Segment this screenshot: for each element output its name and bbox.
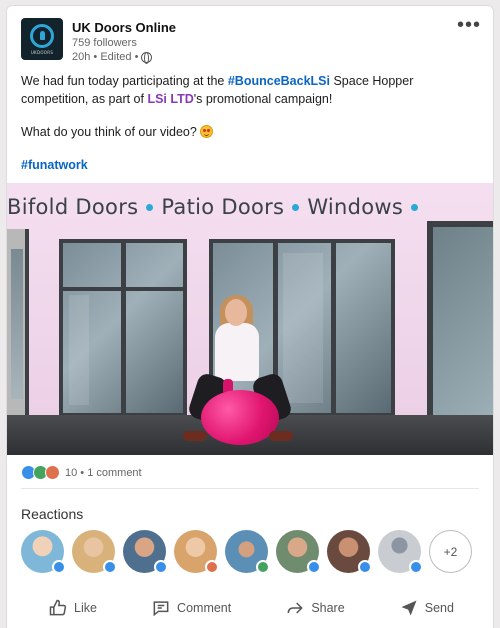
reactor-avatars: +2	[21, 530, 472, 574]
wall-signage: Bifold Doors Patio Doors Windows	[7, 195, 426, 219]
right-edge-door	[427, 221, 493, 421]
text-segment: We had fun today participating at the	[21, 74, 228, 88]
keyhole-icon	[30, 23, 54, 48]
person-shoe	[183, 431, 207, 441]
comment-label: Comment	[177, 601, 232, 615]
like-badge-icon	[154, 560, 168, 574]
reactor-avatar[interactable]	[123, 530, 168, 574]
post-actions: Like Comment Share Send	[7, 592, 493, 624]
post-meta: UK Doors Online 759 followers 20h • Edit…	[72, 18, 176, 64]
celebrate-badge-icon	[256, 560, 270, 574]
post-paragraph-2: What do you think of our video?	[21, 123, 481, 141]
person-shoe	[269, 431, 293, 441]
reactor-avatar[interactable]	[276, 530, 321, 574]
post-video[interactable]: Bifold Doors Patio Doors Windows	[7, 183, 493, 455]
share-label: Share	[311, 601, 345, 615]
post-paragraph-3: #funatwork	[21, 156, 481, 174]
sign-dot	[146, 204, 154, 211]
thumbs-up-icon	[49, 599, 67, 616]
share-arrow-icon	[287, 602, 304, 614]
logo-text: UKDOORS	[30, 49, 54, 55]
sign-word: Patio Doors	[161, 195, 285, 219]
send-button[interactable]: Send	[391, 592, 462, 624]
reaction-comment-count[interactable]: 10 • 1 comment	[65, 467, 142, 479]
text-segment: What do you think of our video?	[21, 125, 201, 139]
person-head	[225, 299, 247, 326]
more-reactors-button[interactable]: +2	[429, 530, 472, 573]
sign-dot	[292, 204, 300, 211]
reactor-avatar[interactable]	[174, 530, 219, 574]
sign-dot	[411, 204, 419, 211]
follower-count: 759 followers	[72, 37, 137, 49]
mention-link[interactable]: LSi LTD	[147, 92, 193, 106]
like-button[interactable]: Like	[40, 592, 105, 624]
post-card: UKDOORS UK Doors Online 759 followers 20…	[6, 5, 494, 628]
like-badge-icon	[52, 560, 66, 574]
reactions-title: Reactions	[21, 506, 84, 522]
company-logo[interactable]: UKDOORS	[21, 18, 63, 60]
reactor-avatar-placeholder[interactable]	[378, 530, 423, 574]
reactor-avatar[interactable]	[21, 530, 66, 574]
social-counts[interactable]: 10 • 1 comment	[21, 465, 142, 480]
send-label: Send	[424, 601, 454, 615]
comment-icon	[153, 601, 169, 617]
post-time-label: 20h • Edited •	[72, 51, 139, 63]
space-hopper-ball	[201, 390, 279, 445]
globe-icon	[141, 51, 153, 64]
hashtag-link[interactable]: #funatwork	[21, 158, 88, 172]
post-paragraph-1: We had fun today participating at the #B…	[21, 72, 481, 108]
reactor-avatar[interactable]	[327, 530, 372, 574]
divider	[21, 488, 479, 489]
sign-word: Windows	[307, 195, 404, 219]
hashtag-link[interactable]: #BounceBackLSi	[228, 74, 330, 88]
company-name[interactable]: UK Doors Online	[72, 20, 176, 36]
post-header: UKDOORS UK Doors Online 759 followers 20…	[21, 18, 176, 64]
like-badge-icon	[409, 560, 423, 574]
reactor-avatar[interactable]	[72, 530, 117, 574]
heart-eyes-emoji-icon	[200, 125, 214, 138]
reactor-avatar[interactable]	[225, 530, 270, 574]
more-options-button[interactable]: •••	[457, 14, 481, 37]
like-label: Like	[74, 601, 97, 615]
like-badge-icon	[307, 560, 321, 574]
comment-button[interactable]: Comment	[143, 592, 239, 624]
sign-word: Bifold Doors	[7, 195, 139, 219]
french-door-left	[59, 239, 187, 417]
share-button[interactable]: Share	[277, 592, 352, 624]
love-icon	[45, 465, 60, 480]
post-text: We had fun today participating at the #B…	[21, 72, 481, 189]
post-time: 20h • Edited •	[72, 50, 176, 64]
text-segment: 's promotional campaign!	[193, 92, 333, 106]
like-badge-icon	[103, 560, 117, 574]
love-badge-icon	[205, 560, 219, 574]
left-edge-door	[7, 229, 29, 419]
person-torso	[215, 323, 259, 381]
like-badge-icon	[358, 560, 372, 574]
send-icon	[401, 600, 417, 616]
